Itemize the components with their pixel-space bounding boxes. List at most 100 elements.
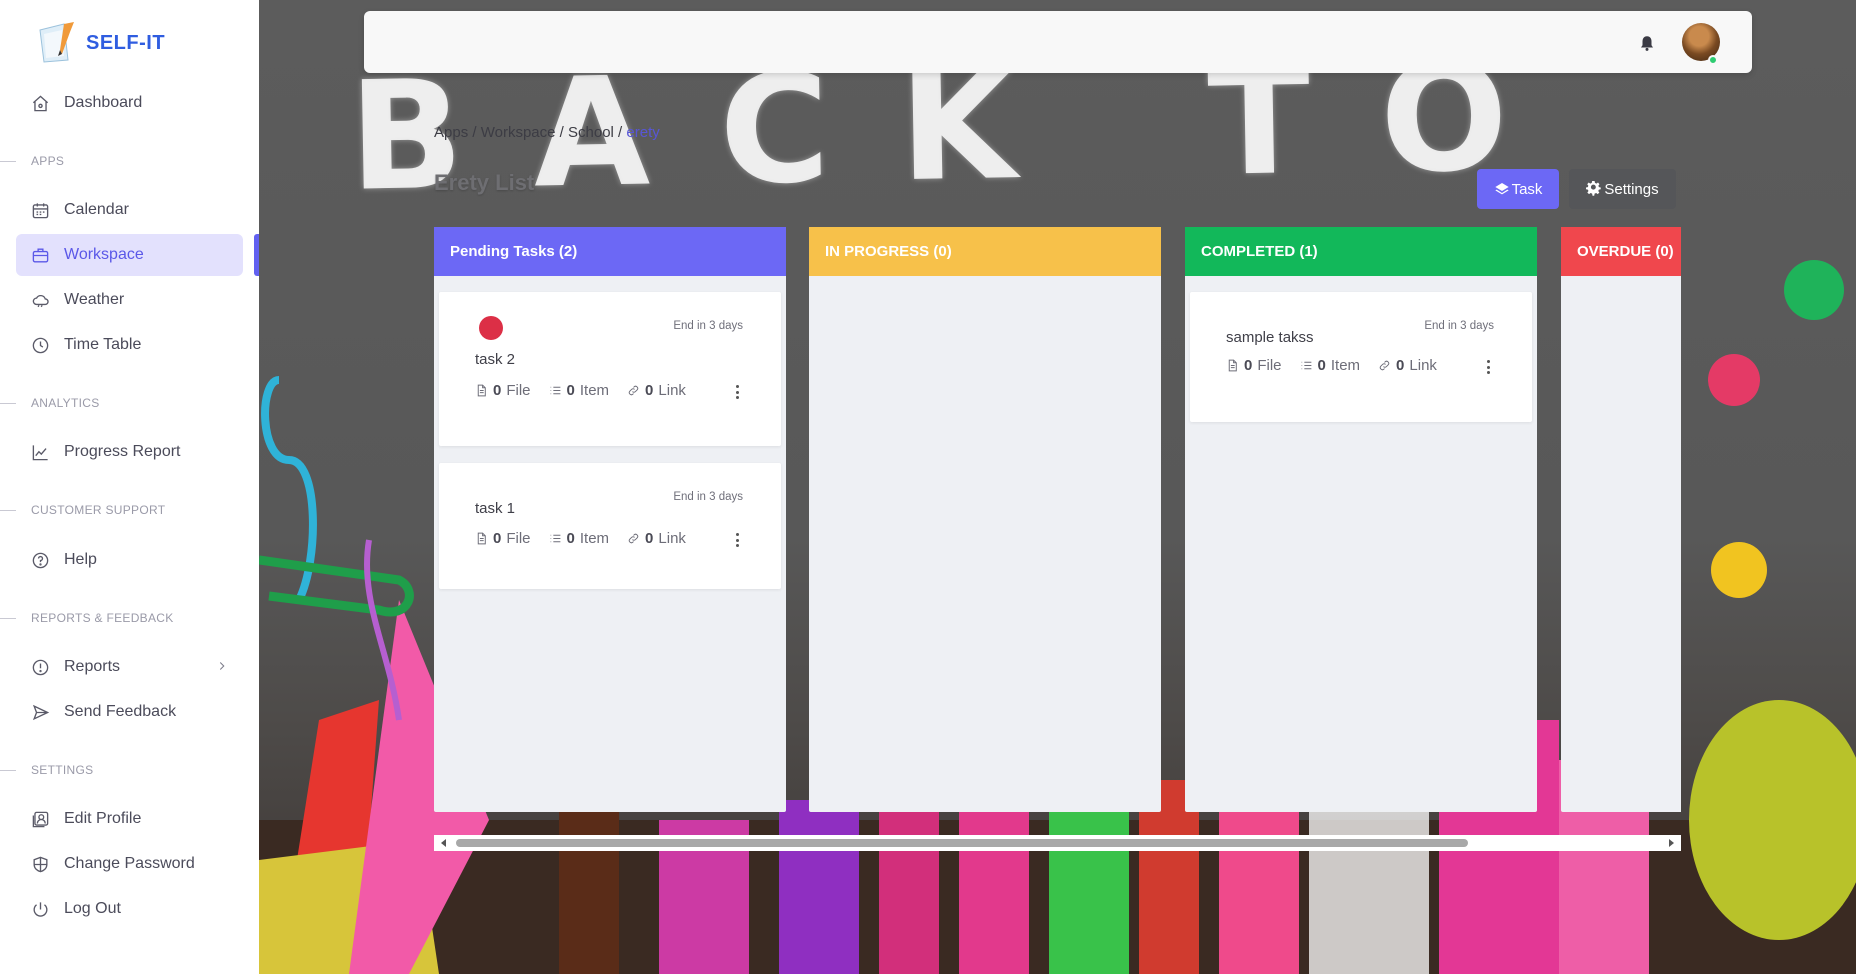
list-icon xyxy=(550,386,560,395)
link-count: 0 Link xyxy=(627,382,686,399)
sidebar-item-label: Calendar xyxy=(64,201,129,218)
task-meta: 0 File 0 Item 0 Link xyxy=(475,382,704,399)
due-date: End in 3 days xyxy=(673,320,743,332)
logo-icon xyxy=(34,20,80,66)
app-name: SELF-IT xyxy=(86,31,166,54)
item-count: 0 Item xyxy=(549,530,609,547)
file-count: 0 File xyxy=(475,382,531,399)
sidebar: SELF-IT Dashboard APPS Calendar Workspac… xyxy=(0,0,259,974)
card-menu-icon[interactable] xyxy=(1486,360,1490,374)
sidebar-item-help[interactable]: Help xyxy=(16,539,243,581)
breadcrumb-workspace[interactable]: Workspace xyxy=(481,124,556,141)
due-date: End in 3 days xyxy=(1424,320,1494,332)
task-name: task 1 xyxy=(475,500,516,517)
file-icon xyxy=(1228,359,1237,372)
sidebar-item-workspace[interactable]: Workspace xyxy=(16,234,243,276)
sidebar-item-label: Edit Profile xyxy=(64,810,142,827)
sidebar-item-timetable[interactable]: Time Table xyxy=(16,324,243,366)
sidebar-item-progress-report[interactable]: Progress Report xyxy=(16,431,243,473)
list-icon xyxy=(1301,361,1311,370)
gear-icon xyxy=(1586,181,1602,196)
task-card-sample-takss[interactable]: End in 3 days sample takss 0 File 0 Item 0… xyxy=(1190,292,1532,422)
question-circle-icon xyxy=(30,550,50,570)
calendar-icon xyxy=(30,200,50,220)
briefcase-icon xyxy=(30,245,50,265)
column-header: IN PROGRESS (0) xyxy=(809,227,1161,276)
task-name: sample takss xyxy=(1226,329,1314,346)
bell-icon[interactable] xyxy=(1638,34,1656,52)
kanban-board: Pending Tasks (2) End in 3 days task 2 0… xyxy=(434,227,1681,812)
sidebar-item-edit-profile[interactable]: Edit Profile xyxy=(16,798,243,840)
file-count: 0 File xyxy=(1226,357,1282,374)
sidebar-item-calendar[interactable]: Calendar xyxy=(16,189,243,231)
file-icon xyxy=(477,384,486,397)
home-icon xyxy=(30,93,50,113)
settings-label: Settings xyxy=(1604,180,1659,198)
scroll-left-arrow-icon[interactable] xyxy=(439,838,449,848)
link-icon xyxy=(1379,360,1390,371)
clock-icon xyxy=(30,335,50,355)
link-count: 0 Link xyxy=(1378,357,1437,374)
sidebar-item-label: Log Out xyxy=(64,900,121,917)
sidebar-item-change-password[interactable]: Change Password xyxy=(16,843,243,885)
task-card-task-1[interactable]: End in 3 days task 1 0 File 0 Item 0 Link xyxy=(439,463,781,589)
task-name: task 2 xyxy=(475,351,516,368)
column-header: Pending Tasks (2) xyxy=(434,227,786,276)
file-icon xyxy=(477,532,486,545)
column-in-progress: IN PROGRESS (0) xyxy=(809,227,1161,812)
column-completed: COMPLETED (1) End in 3 days sample takss… xyxy=(1185,227,1537,812)
sidebar-item-label: Help xyxy=(64,551,97,568)
column-header: COMPLETED (1) xyxy=(1185,227,1537,276)
link-count: 0 Link xyxy=(627,530,686,547)
sidebar-item-label: Progress Report xyxy=(64,443,181,460)
column-overdue: OVERDUE (0) xyxy=(1561,227,1681,812)
sidebar-item-label: Dashboard xyxy=(64,94,143,111)
sidebar-item-weather[interactable]: Weather xyxy=(16,279,243,321)
list-icon xyxy=(550,534,560,543)
due-date: End in 3 days xyxy=(673,491,743,503)
sidebar-item-label: Change Password xyxy=(64,855,195,872)
alert-circle-icon xyxy=(30,657,50,677)
sidebar-item-label: Time Table xyxy=(64,336,142,353)
breadcrumb: Apps / Workspace / School / erety xyxy=(434,124,660,141)
add-task-button[interactable]: Task xyxy=(1477,169,1559,209)
breadcrumb-school[interactable]: School xyxy=(568,124,614,141)
chevron-right-icon xyxy=(215,659,229,678)
column-header: OVERDUE (0) xyxy=(1561,227,1681,276)
line-chart-icon xyxy=(30,442,50,462)
sidebar-item-label: Reports xyxy=(64,658,121,675)
link-icon xyxy=(628,533,639,544)
cloud-icon xyxy=(30,290,50,310)
profile-card-icon xyxy=(30,809,50,829)
shield-icon xyxy=(30,854,50,874)
breadcrumb-apps[interactable]: Apps xyxy=(434,124,468,141)
sidebar-item-label: Workspace xyxy=(64,246,144,263)
card-menu-icon[interactable] xyxy=(735,385,739,399)
section-label-analytics: ANALYTICS xyxy=(0,395,100,411)
sidebar-item-label: Weather xyxy=(64,291,125,308)
board-horizontal-scrollbar[interactable] xyxy=(434,835,1681,851)
sidebar-item-send-feedback[interactable]: Send Feedback xyxy=(16,691,243,733)
task-meta: 0 File 0 Item 0 Link xyxy=(1226,357,1455,374)
sidebar-item-dashboard[interactable]: Dashboard xyxy=(16,82,243,124)
settings-button[interactable]: Settings xyxy=(1569,169,1676,209)
page-title: Erety List xyxy=(434,170,535,195)
item-count: 0 Item xyxy=(1300,357,1360,374)
task-meta: 0 File 0 Item 0 Link xyxy=(475,530,704,547)
power-icon xyxy=(30,899,50,919)
sidebar-item-reports[interactable]: Reports xyxy=(16,646,243,688)
section-label-customer-support: CUSTOMER SUPPORT xyxy=(0,502,165,518)
top-bar xyxy=(364,11,1752,73)
item-count: 0 Item xyxy=(549,382,609,399)
section-label-apps: APPS xyxy=(0,153,64,169)
link-icon xyxy=(628,385,639,396)
scroll-right-arrow-icon[interactable] xyxy=(1666,838,1676,848)
sidebar-item-label: Send Feedback xyxy=(64,703,177,720)
layers-icon xyxy=(1494,183,1509,195)
add-task-label: Task xyxy=(1511,180,1543,198)
card-menu-icon[interactable] xyxy=(735,533,739,547)
sidebar-item-logout[interactable]: Log Out xyxy=(16,888,243,930)
task-card-task-2[interactable]: End in 3 days task 2 0 File 0 Item 0 Link xyxy=(439,292,781,446)
app-logo[interactable]: SELF-IT xyxy=(34,20,165,66)
scrollbar-thumb[interactable] xyxy=(456,839,1468,847)
